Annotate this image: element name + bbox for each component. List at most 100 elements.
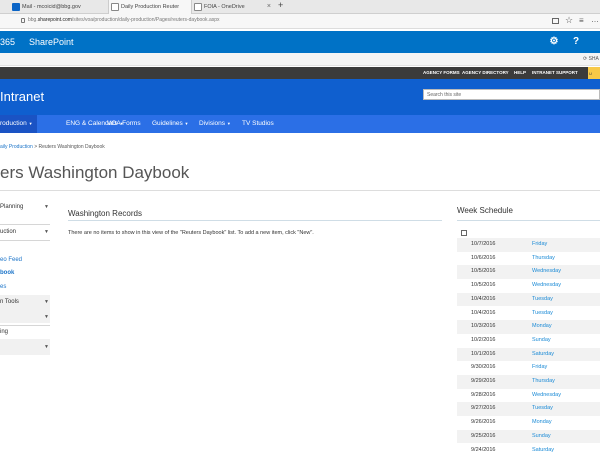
- schedule-date: 9/29/2016: [471, 378, 496, 384]
- schedule-day-link[interactable]: Sunday: [532, 334, 551, 348]
- table-row[interactable]: 9/26/2016 Monday: [457, 416, 600, 430]
- schedule-day-link[interactable]: Tuesday: [532, 307, 553, 321]
- intranet-support-link[interactable]: INTRANET SUPPORT: [532, 70, 578, 75]
- table-row[interactable]: 9/30/2016 Friday: [457, 361, 600, 375]
- close-tab-icon[interactable]: ×: [267, 0, 271, 14]
- page-icon: [111, 3, 119, 11]
- schedule-day-link[interactable]: Wednesday: [532, 279, 561, 293]
- table-row[interactable]: 9/29/2016 Thursday: [457, 375, 600, 389]
- table-row[interactable]: 9/24/2016 Saturday: [457, 444, 600, 458]
- table-row[interactable]: 10/1/2016 Saturday: [457, 347, 600, 362]
- table-row[interactable]: 10/4/2016 Tuesday: [457, 292, 600, 307]
- table-row[interactable]: 10/6/2016 Thursday: [457, 252, 600, 266]
- settings-gear-icon[interactable]: ⚙: [543, 31, 565, 53]
- site-search-input[interactable]: Search this site: [423, 89, 600, 100]
- left-nav-divider: [0, 240, 50, 241]
- schedule-date: 10/4/2016: [471, 295, 496, 302]
- schedule-day-link[interactable]: Wednesday: [532, 265, 561, 279]
- schedule-day-link[interactable]: Sunday: [532, 430, 551, 444]
- page-title: ers Washington Daybook: [0, 163, 190, 182]
- schedule-day-link[interactable]: Saturday: [532, 444, 554, 458]
- left-nav-label: Planning: [0, 204, 24, 210]
- table-row[interactable]: 9/25/2016 Sunday: [457, 429, 600, 444]
- select-all-checkbox[interactable]: [461, 230, 467, 236]
- browser-tab-foia[interactable]: FOIA - OneDrive ×: [192, 0, 274, 14]
- agency-directory-link[interactable]: AGENCY DIRECTORY: [462, 70, 509, 75]
- left-nav-item-production[interactable]: uction ▼: [0, 229, 50, 235]
- schedule-day-link[interactable]: Friday: [532, 361, 547, 375]
- left-nav-subitem-video-feed[interactable]: eo Feed: [0, 257, 50, 263]
- sharepoint-label[interactable]: SharePoint: [29, 37, 74, 47]
- nav-voa-forms[interactable]: VOA Forms: [107, 115, 141, 133]
- new-tab-button[interactable]: +: [278, 0, 283, 10]
- reading-view-icon[interactable]: [552, 18, 559, 24]
- chevron-down-icon[interactable]: ▼: [44, 344, 49, 350]
- nav-divisions[interactable]: Divisions ▼: [199, 115, 231, 133]
- settings-more-icon[interactable]: …: [591, 15, 599, 24]
- table-row[interactable]: 10/2/2016 Sunday: [457, 334, 600, 348]
- week-schedule-title: Week Schedule: [457, 206, 513, 215]
- left-nav-label: uction: [0, 229, 17, 235]
- schedule-day-link[interactable]: Monday: [532, 320, 552, 334]
- left-nav-subitem-daybook[interactable]: book: [0, 270, 50, 276]
- chevron-down-icon[interactable]: ▼: [44, 229, 49, 235]
- nav-label: VOA Forms: [107, 120, 141, 127]
- table-row[interactable]: 10/3/2016 Monday: [457, 320, 600, 334]
- table-row[interactable]: 10/7/2016 Friday: [457, 238, 600, 252]
- utility-links-bar: AGENCY FORMS AGENCY DIRECTORY HELP INTRA…: [0, 67, 600, 79]
- schedule-day-link[interactable]: Thursday: [532, 252, 555, 266]
- site-title[interactable]: Intranet: [0, 89, 44, 104]
- help-icon[interactable]: ?: [565, 31, 587, 53]
- schedule-date: 9/28/2016: [471, 391, 496, 398]
- left-nav-item-ing[interactable]: ing: [0, 329, 50, 335]
- schedule-day-link[interactable]: Saturday: [532, 348, 554, 362]
- table-row[interactable]: 9/28/2016 Wednesday: [457, 389, 600, 403]
- help-link[interactable]: HELP: [514, 70, 526, 75]
- chevron-down-icon[interactable]: ▼: [44, 314, 49, 320]
- browser-tab-mail[interactable]: Mail - mcoicid@bbg.gov: [10, 0, 105, 14]
- table-row[interactable]: 9/27/2016 Tuesday: [457, 402, 600, 417]
- left-nav-label: n Tools: [0, 299, 19, 305]
- week-schedule-divider: [457, 220, 600, 221]
- chevron-down-icon[interactable]: ▼: [44, 204, 49, 210]
- left-nav-item-tools[interactable]: n Tools ▼: [0, 299, 50, 305]
- hub-icon[interactable]: ≡: [579, 16, 584, 25]
- schedule-day-link[interactable]: Wednesday: [532, 389, 561, 403]
- url-prefix: bbg.: [28, 17, 38, 23]
- share-button[interactable]: ⟳ SHA: [583, 56, 599, 62]
- nav-guidelines[interactable]: Guidelines ▼: [152, 115, 189, 133]
- table-row[interactable]: 10/5/2016 Wednesday: [457, 279, 600, 293]
- global-navigation: roduction ▼ ENG & Calendars ▼ VOA Forms …: [0, 115, 600, 133]
- schedule-date: 10/3/2016: [471, 323, 496, 330]
- left-nav-item-planning[interactable]: Planning ▼: [0, 204, 50, 210]
- schedule-date: 10/7/2016: [471, 241, 496, 247]
- table-row[interactable]: 10/5/2016 Wednesday: [457, 265, 600, 280]
- chevron-down-icon: ▼: [28, 121, 33, 126]
- url-field[interactable]: bbg.sharepoint.com/sites/voa/production/…: [28, 17, 220, 23]
- breadcrumb-link-daily-production[interactable]: aily Production: [0, 144, 33, 150]
- table-row[interactable]: 10/4/2016 Tuesday: [457, 307, 600, 321]
- schedule-day-link[interactable]: Monday: [532, 416, 552, 430]
- agency-forms-link[interactable]: AGENCY FORMS: [423, 70, 460, 75]
- schedule-date: 10/1/2016: [471, 350, 496, 357]
- schedule-day-link[interactable]: Friday: [532, 238, 547, 252]
- left-nav-label: es: [0, 284, 7, 290]
- schedule-day-link[interactable]: Thursday: [532, 375, 555, 389]
- tab-title: FOIA - OneDrive: [204, 4, 245, 10]
- user-badge[interactable]: U: [588, 67, 600, 79]
- chevron-down-icon[interactable]: ▼: [44, 299, 49, 305]
- favorite-star-icon[interactable]: ☆: [565, 15, 573, 26]
- share-label: SHA: [588, 56, 599, 62]
- breadcrumb-separator: >: [34, 144, 38, 150]
- schedule-day-link[interactable]: Tuesday: [532, 293, 553, 307]
- nav-daily-production[interactable]: roduction ▼: [0, 115, 37, 133]
- schedule-day-link[interactable]: Tuesday: [532, 402, 553, 416]
- url-path: /sites/voa/production/daily-production/P…: [71, 17, 220, 23]
- browser-address-bar: bbg.sharepoint.com/sites/voa/production/…: [0, 14, 600, 29]
- browser-tab-daily-production[interactable]: Daily Production Reuter: [108, 0, 192, 14]
- schedule-date: 10/6/2016: [471, 254, 496, 261]
- left-nav-label: book: [0, 270, 15, 276]
- nav-tv-studios[interactable]: TV Studios: [242, 115, 274, 133]
- left-nav-subitem-es[interactable]: es: [0, 284, 50, 290]
- office365-label[interactable]: 365: [0, 37, 15, 47]
